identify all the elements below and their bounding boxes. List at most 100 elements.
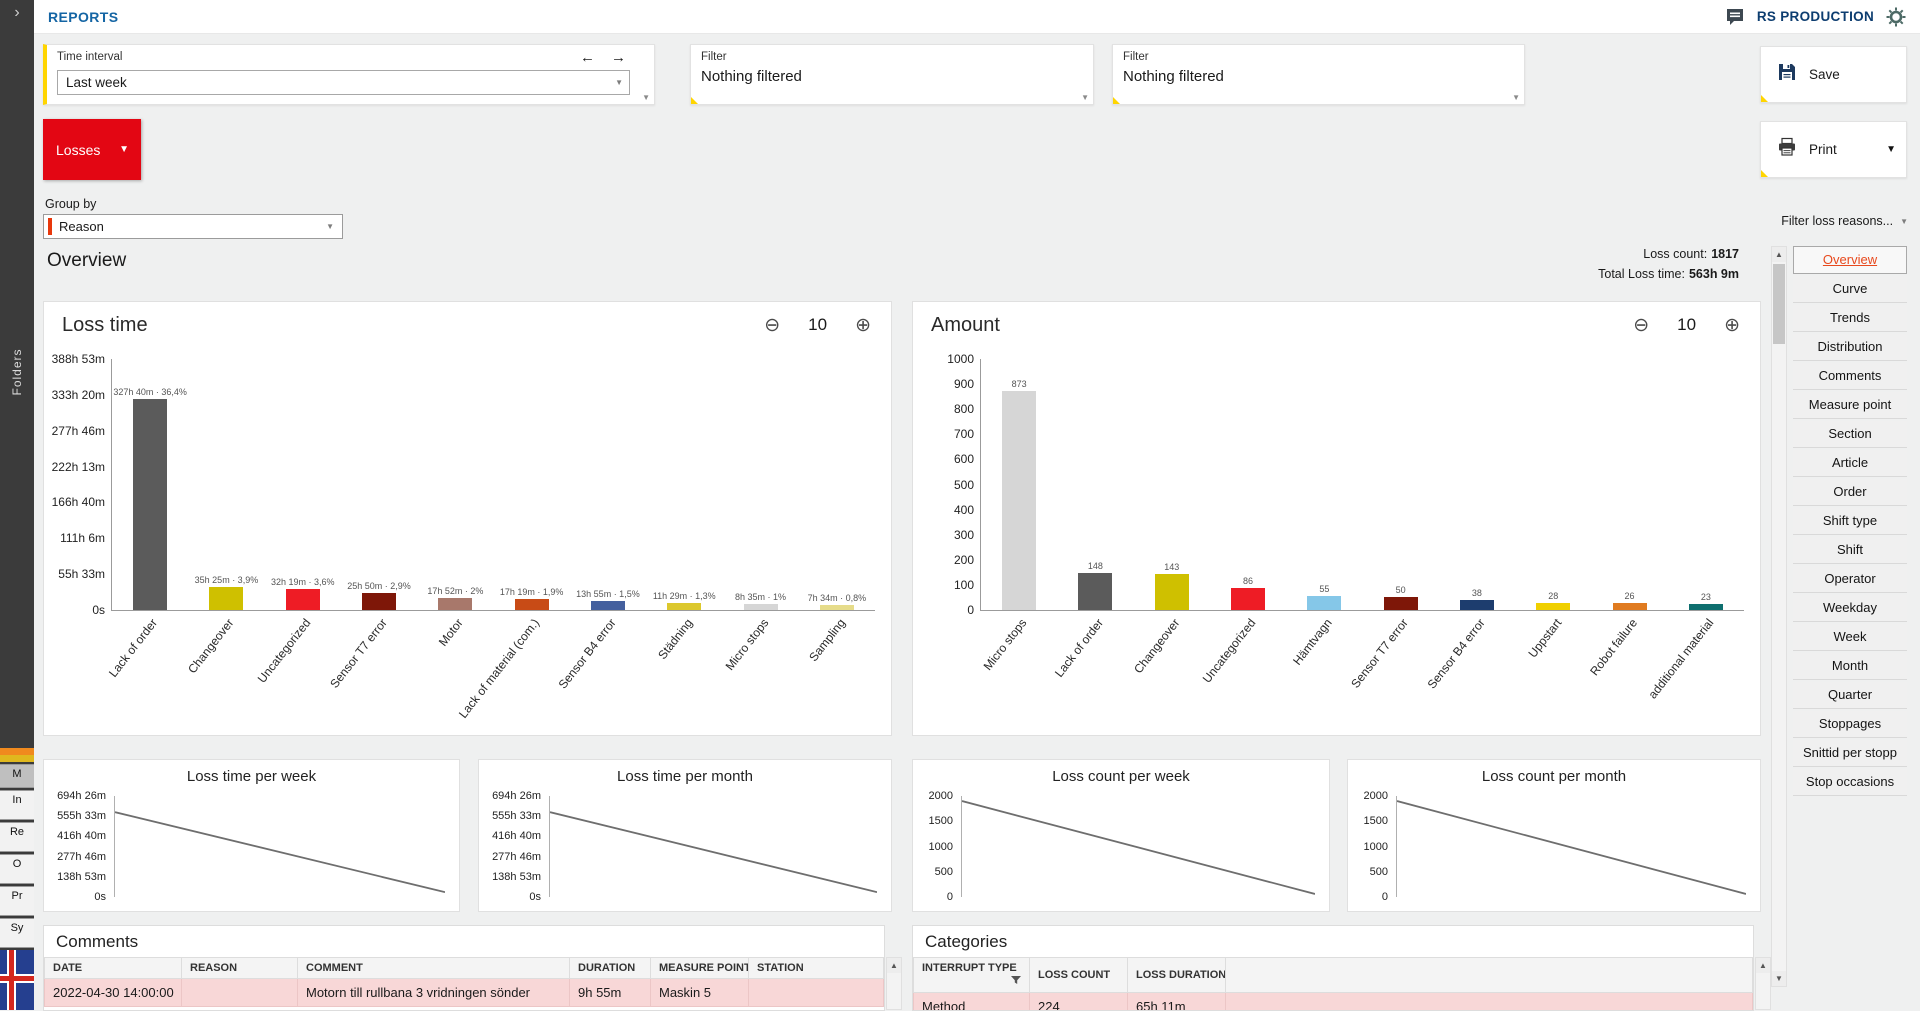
bar-value-label: 8h 35m · 1% <box>735 592 786 602</box>
column-header-measure-point[interactable]: MEASURE POINT <box>651 958 749 979</box>
time-interval-card: Time interval ← → Last week ▼ ▼ <box>43 44 655 105</box>
menu-item-weekday[interactable]: Weekday <box>1793 595 1907 622</box>
rail-tab-pr[interactable]: Pr <box>0 886 34 916</box>
column-header-interrupt-type[interactable]: INTERRUPT TYPE <box>914 958 1030 993</box>
expand-card-icon[interactable]: ▼ <box>1512 93 1520 102</box>
column-header-date[interactable]: DATE <box>45 958 182 979</box>
y-axis-tick: 500 <box>935 866 953 878</box>
line-chart-title: Loss time per month <box>479 760 891 785</box>
previous-interval-icon[interactable]: ← <box>580 49 595 66</box>
line-plot-area <box>114 796 445 897</box>
filter-card-2[interactable]: Filter Nothing filtered ▼ <box>1112 44 1525 105</box>
scroll-up-icon[interactable]: ▲ <box>1772 247 1786 262</box>
table-cell <box>1226 993 1753 1011</box>
menu-item-week[interactable]: Week <box>1793 624 1907 651</box>
column-header-station[interactable]: STATION <box>749 958 884 979</box>
x-axis-label: Hämtvagn <box>1290 616 1335 668</box>
scroll-up-icon[interactable]: ▲ <box>887 958 901 973</box>
dropdown-icon: ▼ <box>1900 217 1908 226</box>
table-row[interactable]: Method22465h 11m <box>914 993 1753 1011</box>
chat-icon[interactable] <box>1725 7 1745 27</box>
column-header-loss-count[interactable]: LOSS COUNT <box>1030 958 1128 993</box>
menu-item-curve[interactable]: Curve <box>1793 276 1907 303</box>
bar-h-mtvagn <box>1307 596 1341 610</box>
bar-lack-of-material-com- <box>515 599 549 610</box>
filter-card-1[interactable]: Filter Nothing filtered ▼ <box>690 44 1094 105</box>
comments-scrollbar[interactable]: ▲ <box>886 957 902 1010</box>
folders-tab[interactable]: Folders <box>10 332 24 412</box>
x-axis-label: additional material <box>1646 616 1717 701</box>
chart-title: Loss time <box>62 314 148 337</box>
losses-dropdown-icon: ▼ <box>119 144 129 155</box>
decrease-bars-icon[interactable]: ⊖ <box>1633 316 1649 335</box>
categories-scrollbar[interactable]: ▲ <box>1755 957 1771 1010</box>
menu-item-month[interactable]: Month <box>1793 653 1907 680</box>
menu-item-trends[interactable]: Trends <box>1793 305 1907 332</box>
menu-item-section[interactable]: Section <box>1793 421 1907 448</box>
menu-item-operator[interactable]: Operator <box>1793 566 1907 593</box>
x-axis-label: Sensor B4 error <box>555 616 618 691</box>
flag-icon[interactable] <box>0 950 34 1010</box>
expand-rail-icon[interactable]: › <box>0 4 34 22</box>
flag-red-horizontal <box>0 976 34 981</box>
print-dropdown-icon[interactable]: ▼ <box>1886 144 1896 155</box>
table-row[interactable]: 2022-04-30 14:00:00Motorn till rullbana … <box>45 979 884 1007</box>
column-header-loss-duration[interactable]: LOSS DURATION <box>1128 958 1226 993</box>
scroll-up-icon[interactable]: ▲ <box>1756 958 1770 973</box>
loss-count-label: Loss count: <box>1643 247 1707 261</box>
bar-plot-area: 87314814386555038282623 <box>980 359 1744 611</box>
table-cell <box>749 979 884 1007</box>
y-axis-tick: 1500 <box>1364 815 1388 827</box>
x-axis-label: Uncategorized <box>254 616 313 686</box>
y-axis-tick: 138h 53m <box>57 871 106 883</box>
bar-value-label: 13h 55m · 1,5% <box>576 589 640 599</box>
next-interval-icon[interactable]: → <box>611 49 626 66</box>
scrollbar-thumb[interactable] <box>1773 264 1785 344</box>
expand-card-icon[interactable]: ▼ <box>1081 93 1089 102</box>
menu-item-snittid-per-stopp[interactable]: Snittid per stopp <box>1793 740 1907 767</box>
save-label: Save <box>1809 67 1840 82</box>
menu-item-article[interactable]: Article <box>1793 450 1907 477</box>
expand-card-icon[interactable]: ▼ <box>642 93 650 102</box>
scroll-down-icon[interactable]: ▼ <box>1772 971 1786 986</box>
rail-tab-sy[interactable]: Sy <box>0 918 34 948</box>
time-interval-label: Time interval <box>47 45 654 63</box>
menu-item-shift-type[interactable]: Shift type <box>1793 508 1907 535</box>
menu-item-distribution[interactable]: Distribution <box>1793 334 1907 361</box>
rail-tab-in[interactable]: In <box>0 790 34 820</box>
column-header-reason[interactable]: REASON <box>182 958 298 979</box>
losses-button[interactable]: Losses ▼ <box>43 119 141 180</box>
rail-tab-re[interactable]: Re <box>0 822 34 852</box>
increase-bars-icon[interactable]: ⊕ <box>1724 316 1740 335</box>
group-by-select[interactable]: Reason ▼ <box>43 214 343 239</box>
menu-item-quarter[interactable]: Quarter <box>1793 682 1907 709</box>
bar-robot-failure <box>1613 603 1647 610</box>
table-cell: 2022-04-30 14:00:00 <box>45 979 182 1007</box>
bar-value-label: 32h 19m · 3,6% <box>271 577 335 587</box>
bar-plot-area: 327h 40m · 36,4%35h 25m · 3,9%32h 19m · … <box>111 359 875 611</box>
decrease-bars-icon[interactable]: ⊖ <box>764 316 780 335</box>
filter-funnel-icon[interactable] <box>1011 975 1021 988</box>
menu-item-order[interactable]: Order <box>1793 479 1907 506</box>
menu-item-stop-occasions[interactable]: Stop occasions <box>1793 769 1907 796</box>
menu-item-shift[interactable]: Shift <box>1793 537 1907 564</box>
total-loss-time-line: Total Loss time:563h 9m <box>1598 264 1739 284</box>
filter-loss-reasons-select[interactable]: Filter loss reasons... ▼ <box>1781 214 1908 228</box>
column-header-comment[interactable]: COMMENT <box>298 958 570 979</box>
print-button[interactable]: Print ▼ <box>1760 121 1907 178</box>
rail-tab-o[interactable]: O <box>0 854 34 884</box>
menu-item-comments[interactable]: Comments <box>1793 363 1907 390</box>
y-axis-tick: 166h 40m <box>52 495 105 509</box>
menu-item-measure-point[interactable]: Measure point <box>1793 392 1907 419</box>
filter-label: Filter <box>1113 45 1524 63</box>
save-button[interactable]: Save <box>1760 46 1907 103</box>
chart-controls: ⊖ 10 ⊕ <box>1633 315 1740 335</box>
time-interval-select[interactable]: Last week ▼ <box>57 70 630 95</box>
column-header-duration[interactable]: DURATION <box>570 958 651 979</box>
bar-value-label: 143 <box>1164 562 1179 572</box>
rail-tab-m[interactable]: M <box>0 764 34 788</box>
menu-item-overview[interactable]: Overview <box>1793 246 1907 274</box>
increase-bars-icon[interactable]: ⊕ <box>855 316 871 335</box>
menu-item-stoppages[interactable]: Stoppages <box>1793 711 1907 738</box>
main-scrollbar[interactable]: ▲ ▼ <box>1771 246 1787 987</box>
